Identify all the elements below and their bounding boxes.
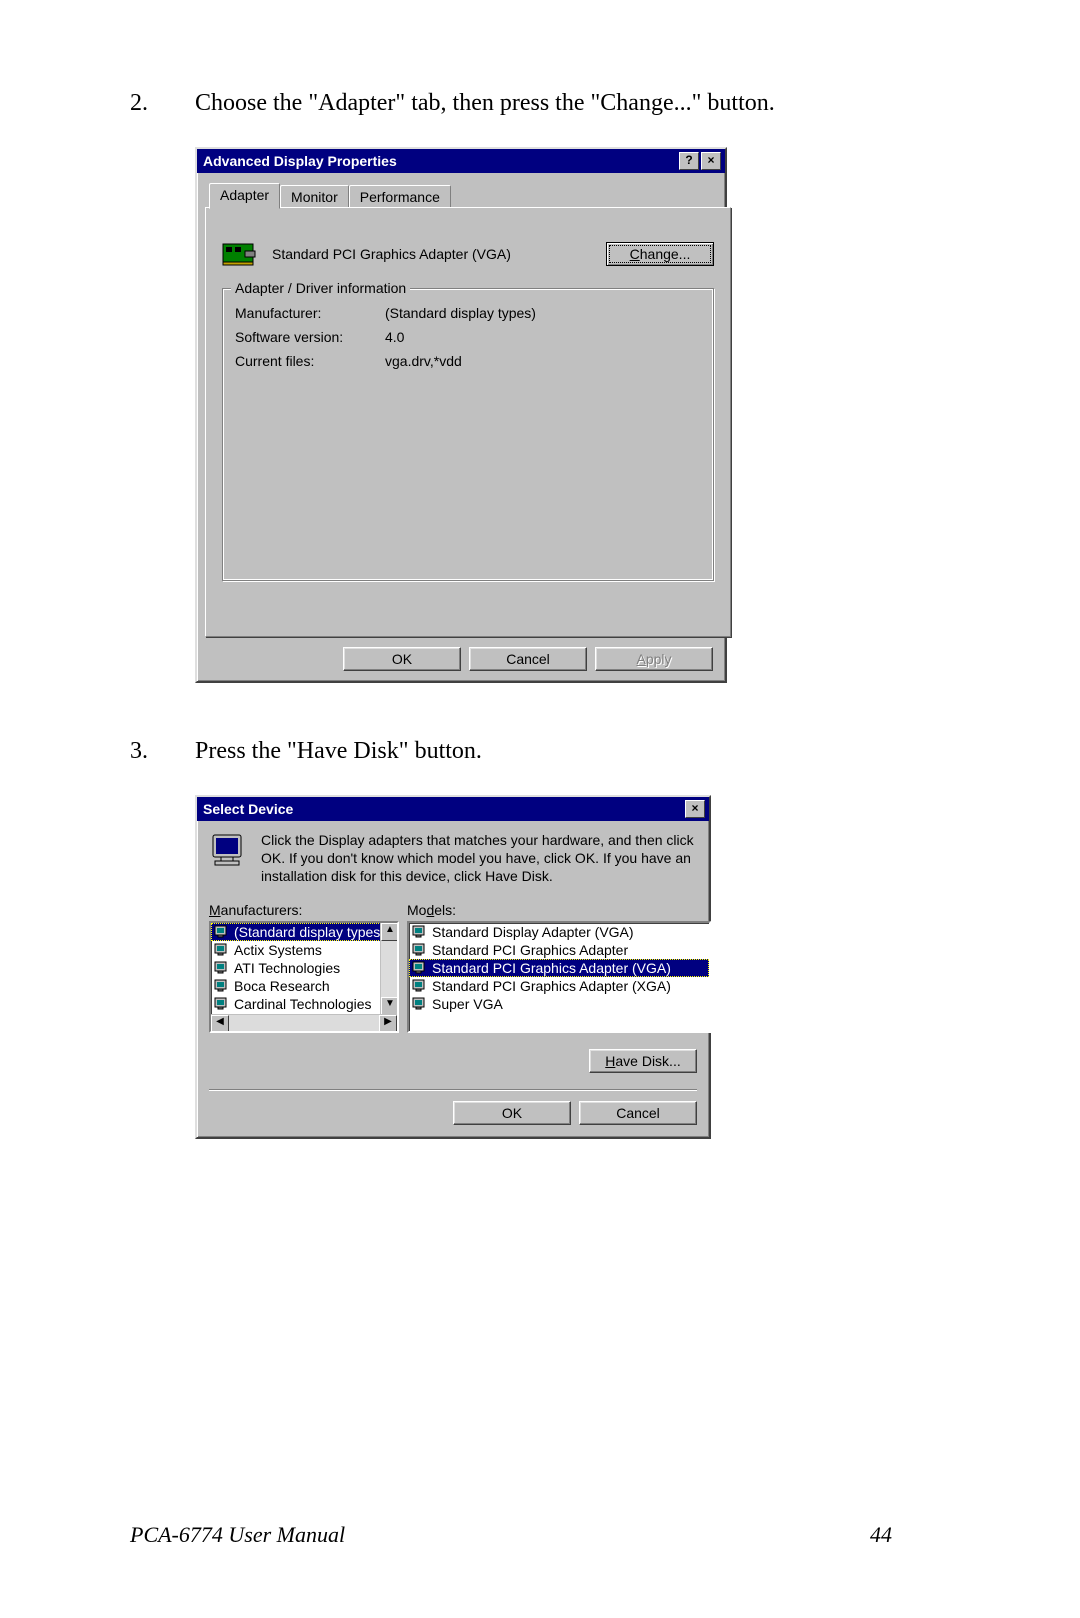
models-label: Models: <box>407 902 711 918</box>
step-3: 3. Press the "Have Disk" button. <box>130 738 950 765</box>
dialog1-titlebar[interactable]: Advanced Display Properties ? × <box>197 149 725 173</box>
device-icon <box>214 997 230 1011</box>
step-2: 2. Choose the "Adapter" tab, then press … <box>130 90 950 117</box>
dialog2-titlebar[interactable]: Select Device × <box>197 797 709 821</box>
device-icon <box>214 961 230 975</box>
tab-adapter[interactable]: Adapter <box>209 183 280 209</box>
dialog2-title: Select Device <box>203 801 683 817</box>
separator <box>209 1089 697 1091</box>
device-icon <box>214 979 230 993</box>
scroll-down-button[interactable]: ▼ <box>381 997 399 1015</box>
cancel-button[interactable]: Cancel <box>469 647 587 671</box>
step-3-number: 3. <box>130 738 195 765</box>
ok-button[interactable]: OK <box>453 1101 571 1125</box>
device-icon <box>412 925 428 939</box>
scrollbar-horizontal[interactable]: ◀ ▶ <box>211 1014 397 1031</box>
device-icon <box>412 997 428 1011</box>
model-item[interactable]: Standard PCI Graphics Adapter <box>409 941 709 959</box>
manufacturer-item[interactable]: (Standard display types) <box>211 923 397 941</box>
dialog1-title: Advanced Display Properties <box>203 153 677 169</box>
scrollbar-vertical[interactable]: ▲ ▼ <box>380 923 397 1015</box>
change-button[interactable]: Change... <box>606 242 714 266</box>
software-version-label: Software version: <box>235 329 385 345</box>
current-files-label: Current files: <box>235 353 385 369</box>
groupbox-title: Adapter / Driver information <box>231 280 410 296</box>
software-version-value: 4.0 <box>385 329 404 345</box>
select-device-instructions: Click the Display adapters that matches … <box>261 831 697 886</box>
manufacturer-item[interactable]: Boca Research <box>211 977 397 995</box>
scroll-up-button[interactable]: ▲ <box>381 923 399 941</box>
manual-name: PCA-6774 User Manual <box>130 1522 870 1548</box>
adapter-name-text: Standard PCI Graphics Adapter (VGA) <box>272 246 606 262</box>
close-button[interactable]: × <box>701 152 721 170</box>
manufacturers-label: Manufacturers: <box>209 902 399 918</box>
adapter-tabpanel: Standard PCI Graphics Adapter (VGA) Chan… <box>205 207 731 637</box>
have-disk-button[interactable]: Have Disk... <box>589 1049 697 1073</box>
page-number: 44 <box>870 1522 950 1548</box>
scroll-right-button[interactable]: ▶ <box>379 1015 397 1033</box>
device-icon <box>412 943 428 957</box>
model-item[interactable]: Standard PCI Graphics Adapter (XGA) <box>409 977 709 995</box>
driver-info-groupbox: Adapter / Driver information Manufacture… <box>222 288 714 581</box>
apply-button: Apply <box>595 647 713 671</box>
device-icon <box>214 925 230 939</box>
page-footer: PCA-6774 User Manual 44 <box>130 1522 950 1548</box>
manufacturer-item[interactable]: Cardinal Technologies <box>211 995 397 1013</box>
display-adapter-icon <box>209 831 249 871</box>
device-icon <box>214 943 230 957</box>
step-3-text: Press the "Have Disk" button. <box>195 738 950 765</box>
adapter-card-icon <box>222 238 258 270</box>
current-files-value: vga.drv,*vdd <box>385 353 462 369</box>
manufacturer-label: Manufacturer: <box>235 305 385 321</box>
ok-button[interactable]: OK <box>343 647 461 671</box>
model-item[interactable]: Standard PCI Graphics Adapter (VGA) <box>409 959 709 977</box>
device-icon <box>412 961 428 975</box>
models-listbox[interactable]: Standard Display Adapter (VGA)Standard P… <box>407 921 711 1033</box>
manufacturer-item[interactable]: ATI Technologies <box>211 959 397 977</box>
cancel-button[interactable]: Cancel <box>579 1101 697 1125</box>
step-2-text: Choose the "Adapter" tab, then press the… <box>195 90 950 117</box>
device-icon <box>412 979 428 993</box>
model-item[interactable]: Super VGA <box>409 995 709 1013</box>
manufacturers-listbox[interactable]: (Standard display types)Actix SystemsATI… <box>209 921 399 1033</box>
step-2-number: 2. <box>130 90 195 117</box>
manufacturer-value: (Standard display types) <box>385 305 536 321</box>
help-button[interactable]: ? <box>679 152 699 170</box>
advanced-display-properties-dialog: Advanced Display Properties ? × Adapter … <box>195 147 727 683</box>
close-button[interactable]: × <box>685 800 705 818</box>
tab-strip: Adapter Monitor Performance <box>209 183 717 209</box>
model-item[interactable]: Standard Display Adapter (VGA) <box>409 923 709 941</box>
scroll-left-button[interactable]: ◀ <box>211 1015 229 1033</box>
select-device-dialog: Select Device × Click the Display adapte… <box>195 795 711 1139</box>
manufacturer-item[interactable]: Actix Systems <box>211 941 397 959</box>
